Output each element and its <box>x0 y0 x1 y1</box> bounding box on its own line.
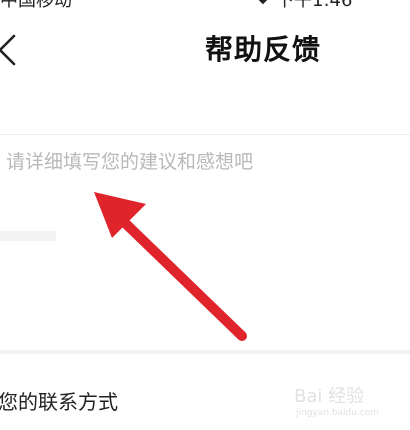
watermark-url: jingyan.baidu.com <box>296 408 380 418</box>
watermark-logo: Bai 经验 jingyan.baidu.com <box>292 378 408 426</box>
feedback-screen: 中国移动 ◆ 下午1:46 帮助反馈 请详细填写您的建议和感想吧 您的联系方式 … <box>0 0 410 430</box>
watermark-brand: Bai 经验 <box>294 386 365 407</box>
page-title: 帮助反馈 <box>205 33 322 66</box>
status-time: 下午1:46 <box>276 0 353 11</box>
chevron-left-icon <box>0 34 16 66</box>
feedback-placeholder: 请详细填写您的建议和感想吧 <box>6 151 254 173</box>
status-bar: 中国移动 ◆ 下午1:46 <box>0 0 410 11</box>
feedback-textarea[interactable]: 请详细填写您的建议和感想吧 <box>0 135 410 350</box>
contact-label: 您的联系方式 <box>0 390 118 414</box>
back-button[interactable] <box>0 32 24 68</box>
char-counter <box>0 231 56 241</box>
carrier-name: 中国移动 <box>0 0 72 11</box>
header-spacer <box>0 78 410 134</box>
signal-icon: ◆ <box>256 0 270 7</box>
nav-bar: 帮助反馈 <box>0 22 410 78</box>
